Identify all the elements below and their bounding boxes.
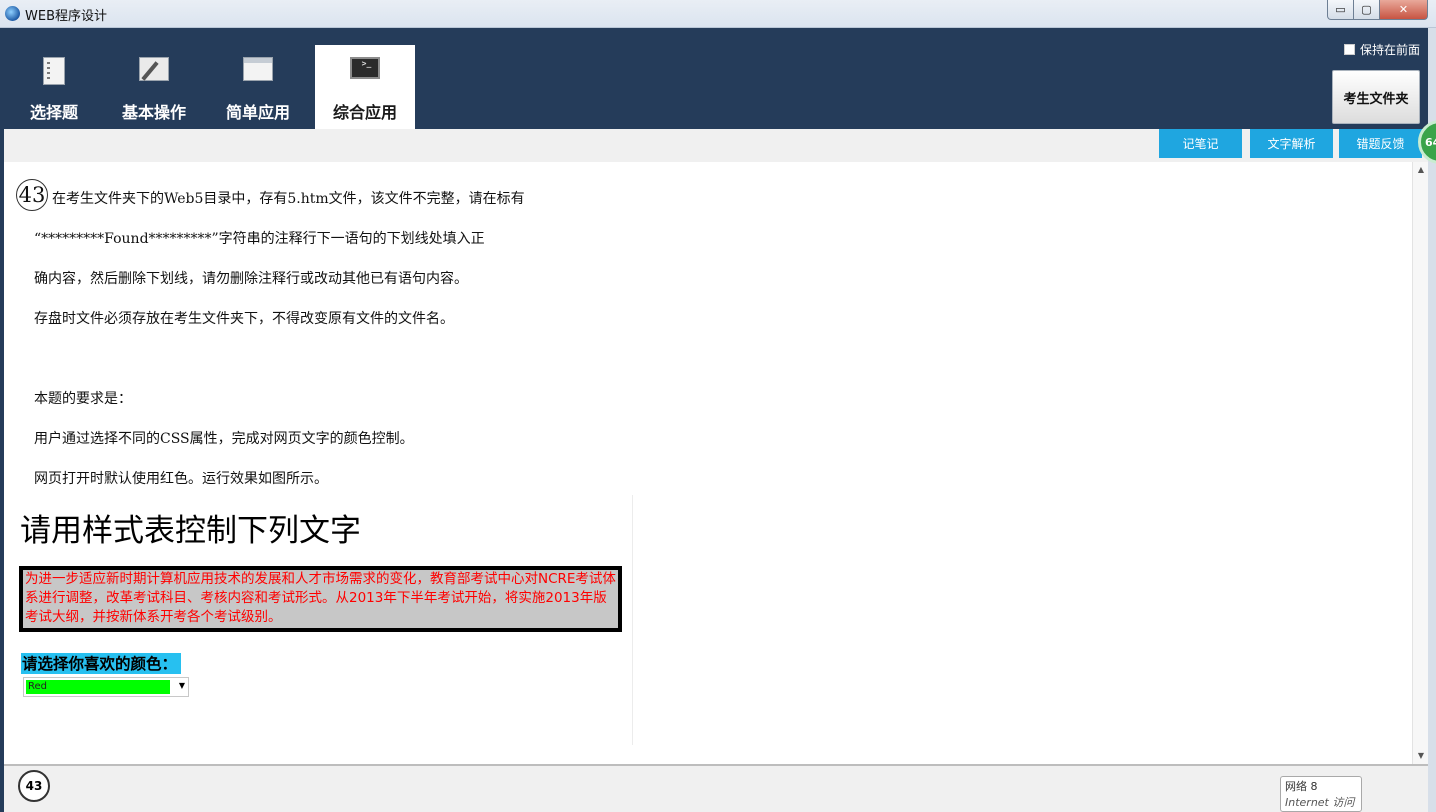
tab-label: 基本操作 (121, 103, 186, 122)
preview-paragraph-box: 为进一步适应新时期计算机应用技术的发展和人才市场需求的变化，教育部考试中心对NC… (19, 566, 622, 632)
keep-in-front-checkbox[interactable] (1343, 44, 1355, 55)
question-text-line: 在考生文件夹下的Web5目录中，存有5.htm文件，该文件不完整，请在标有 (52, 191, 525, 207)
bottom-bar: 43 (4, 764, 1428, 812)
maximize-button[interactable]: ▢ (1354, 0, 1380, 20)
app-icon (5, 6, 20, 21)
keep-in-front-label: 保持在前面 (1359, 43, 1420, 57)
question-number-badge: 43 (16, 179, 48, 211)
tab-simple-application[interactable]: 简单应用 (208, 45, 308, 129)
error-feedback-button[interactable]: 错题反馈 (1339, 129, 1422, 158)
question-text-line: “*********Found*********”字符串的注释行下一语句的下划线… (34, 231, 485, 247)
preview-color-select[interactable]: Red ▼ (23, 677, 189, 697)
tab-choice-questions[interactable]: 选择题 (4, 45, 104, 129)
minimize-button[interactable]: ▭ (1327, 0, 1354, 20)
window-title: WEB程序设计 (25, 9, 107, 24)
question-text-line: 用户通过选择不同的CSS属性，完成对网页文字的颜色控制。 (34, 431, 414, 447)
preview-color-prompt: 请选择你喜欢的颜色： (21, 653, 182, 674)
text-analysis-button[interactable]: 文字解析 (1250, 129, 1333, 158)
window-titlebar: WEB程序设计 ▭ ▢ ✕ (0, 0, 1436, 28)
exam-folder-button[interactable]: 考生文件夹 (1332, 70, 1420, 124)
network-tooltip: 网络 8 Internet 访问 (1280, 776, 1362, 812)
edit-icon (139, 57, 169, 81)
tab-basic-operations[interactable]: 基本操作 (104, 45, 204, 129)
tab-comprehensive-application[interactable]: >_ 综合应用 (315, 45, 415, 129)
tab-label: 选择题 (29, 103, 78, 122)
action-toolbar: 记笔记 文字解析 错题反馈 (4, 129, 1428, 162)
header-bar: 选择题 基本操作 简单应用 >_ 综合应用 保持在前面 考生文件夹 (4, 28, 1428, 129)
question-text-line: 网页打开时默认使用红色。运行效果如图所示。 (34, 471, 328, 487)
tab-label: 简单应用 (225, 103, 290, 122)
question-text-line: 存盘时文件必须存放在考生文件夹下，不得改变原有文件的文件名。 (34, 311, 454, 327)
preview-divider (632, 495, 633, 745)
notes-button[interactable]: 记笔记 (1159, 129, 1242, 158)
terminal-icon: >_ (350, 57, 380, 79)
scroll-up-icon[interactable]: ▲ (1413, 162, 1429, 178)
close-button[interactable]: ✕ (1380, 0, 1428, 20)
question-navigator-button[interactable]: 43 (18, 770, 50, 802)
question-content: 43 在考生文件夹下的Web5目录中，存有5.htm文件，该文件不完整，请在标有… (4, 162, 1412, 764)
tab-label: 综合应用 (332, 103, 397, 122)
keep-in-front-toggle[interactable]: 保持在前面 (1343, 41, 1420, 58)
chevron-down-icon[interactable]: ▼ (179, 681, 185, 690)
tooltip-line: 网络 8 (1285, 780, 1318, 793)
scroll-down-icon[interactable]: ▼ (1413, 748, 1429, 764)
window-controls: ▭ ▢ ✕ (1327, 0, 1428, 20)
tooltip-line: Internet 访问 (1285, 796, 1355, 809)
window-icon (243, 57, 273, 81)
preview-select-value: Red (26, 680, 170, 694)
question-text-line: 本题的要求是： (34, 391, 132, 407)
document-icon (43, 57, 65, 85)
preview-heading: 请用样式表控制下列文字 (20, 513, 361, 549)
question-text-line: 确内容，然后删除下划线，请勿删除注释行或改动其他已有语句内容。 (34, 271, 468, 287)
content-scrollbar[interactable]: ▲ ▼ (1412, 162, 1428, 764)
